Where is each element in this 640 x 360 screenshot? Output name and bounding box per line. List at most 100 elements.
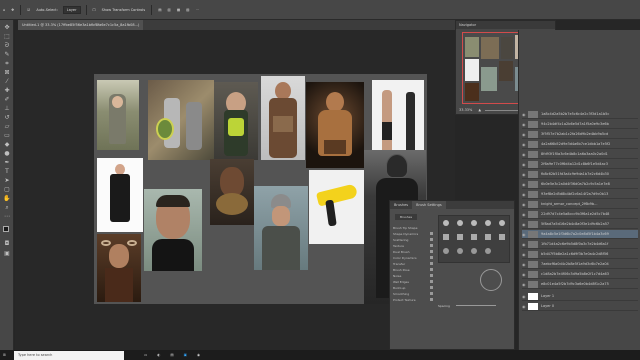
layer-row[interactable]: ◉ Layer 1 bbox=[522, 292, 638, 301]
layer-row[interactable]: ◉ 5f8ad7a5d16e2b4c8a0f3e1d9c6b2a57 bbox=[522, 220, 638, 229]
auto-select-checkbox[interactable]: ☑ bbox=[24, 5, 33, 15]
image-young-man-portrait[interactable] bbox=[144, 189, 202, 271]
eyedropper-icon[interactable]: ⁄ bbox=[3, 78, 11, 85]
taskbar-search[interactable]: Type here to search bbox=[13, 350, 124, 360]
edit-toolbar-icon[interactable]: ⋯ bbox=[3, 213, 11, 220]
task-view-icon[interactable]: ▭ bbox=[144, 353, 147, 357]
show-transform-checkbox[interactable]: ☐ bbox=[90, 5, 99, 15]
lock-icon[interactable] bbox=[430, 244, 433, 247]
frame-icon[interactable]: ⊠ bbox=[3, 69, 11, 76]
move-icon[interactable]: ✥ bbox=[3, 24, 11, 31]
lock-icon[interactable] bbox=[430, 274, 433, 277]
move-tool-icon[interactable]: ✥ bbox=[8, 5, 17, 15]
lock-icon[interactable] bbox=[430, 250, 433, 253]
type-icon[interactable]: T bbox=[3, 168, 11, 175]
layer-row[interactable]: ◉ 1fb71d4a2c6e9b5d8f0a3c7e2b4d6a1f bbox=[522, 240, 638, 249]
option-transfer[interactable]: Transfer bbox=[393, 261, 433, 266]
stamp-icon[interactable]: ⊥ bbox=[3, 105, 11, 112]
layer-row[interactable]: ◉ 8fd93f1f0a3c6e4b8c1a6a3aa0c2a0d1 bbox=[522, 150, 638, 159]
align-right-icon[interactable]: ▦ bbox=[174, 5, 183, 15]
option-texture[interactable]: Texture bbox=[393, 243, 433, 248]
gradient-icon[interactable]: ▭ bbox=[3, 132, 11, 139]
option-build-up[interactable]: Build-up bbox=[393, 285, 433, 290]
crop-icon[interactable]: ⌗ bbox=[3, 60, 11, 67]
hand-icon[interactable]: ✋ bbox=[3, 195, 11, 202]
image-horned-mask-figure[interactable] bbox=[97, 234, 141, 302]
shape-icon[interactable]: ▢ bbox=[3, 186, 11, 193]
layer-row[interactable]: ◉ c1d8a2b7e4f06c3d9a5b8e2f1c7d4a63 bbox=[522, 270, 638, 279]
distribute-icon[interactable]: ▧ bbox=[183, 5, 192, 15]
image-tribal-face-portrait[interactable] bbox=[210, 159, 254, 225]
image-barbarian-warrior[interactable] bbox=[261, 76, 305, 160]
lock-icon[interactable] bbox=[430, 232, 433, 235]
lock-icon[interactable] bbox=[430, 292, 433, 295]
layer-row[interactable]: ◉ 1a8c4d2a5b2b7e5c6c4e2c3f3d1a1b5c bbox=[522, 110, 638, 119]
screen-mode-icon[interactable]: ▣ bbox=[3, 250, 11, 257]
layer-row[interactable]: ◉ 6b0e5e3c2a0d4f36d0a7b2c9c5a1e7e8 bbox=[522, 180, 638, 189]
align-center-icon[interactable]: ▥ bbox=[165, 5, 174, 15]
lock-icon[interactable] bbox=[430, 298, 433, 301]
align-left-icon[interactable]: ▤ bbox=[155, 5, 164, 15]
image-warrior-with-braids[interactable] bbox=[214, 82, 258, 160]
path-select-icon[interactable]: ➤ bbox=[3, 177, 11, 184]
image-woman-in-black-coat[interactable] bbox=[97, 158, 143, 232]
photoshop-icon[interactable]: ▣ bbox=[184, 353, 187, 357]
lasso-icon[interactable]: ᘐ bbox=[3, 42, 11, 49]
brush-angle-roundness-dial[interactable] bbox=[480, 269, 502, 291]
brushes-button[interactable]: Brushes bbox=[395, 214, 417, 220]
tab-brush-settings[interactable]: Brush Settings bbox=[412, 201, 446, 209]
dodge-icon[interactable]: ● bbox=[3, 150, 11, 157]
brush-tip-grid[interactable] bbox=[438, 215, 510, 263]
home-icon[interactable]: ⌂ bbox=[0, 5, 8, 15]
blur-icon[interactable]: ◆ bbox=[3, 141, 11, 148]
eraser-icon[interactable]: ▱ bbox=[3, 123, 11, 130]
image-armored-knights-with-shields[interactable] bbox=[148, 80, 214, 160]
lock-icon[interactable] bbox=[430, 286, 433, 289]
image-muscular-tribal-warrior[interactable] bbox=[306, 82, 364, 168]
healing-icon[interactable]: ✚ bbox=[3, 87, 11, 94]
layer-row-selected[interactable]: ◉ 9a4a8c5e1f3d6b7a2c0e8d5f1b4a3c69 bbox=[522, 230, 638, 239]
image-knight-in-armor[interactable] bbox=[97, 80, 139, 150]
option-wet-edges[interactable]: Wet Edges bbox=[393, 279, 433, 284]
option-color-dynamics[interactable]: Color Dynamics bbox=[393, 255, 433, 260]
marquee-icon[interactable]: ⬚ bbox=[3, 33, 11, 40]
image-yellow-hair-dryer[interactable] bbox=[309, 170, 365, 244]
windows-start-icon[interactable]: ⊞ bbox=[3, 353, 6, 357]
explorer-icon[interactable]: ▤ bbox=[170, 353, 173, 357]
layer-row[interactable]: ◉ fb8c62b51fd3a4c9e9da1b7e2c6d4b30 bbox=[522, 170, 638, 179]
layer-row[interactable]: ◉ 2f6a9e77c0f6d4a12d1c8b6f1e5d4ac3 bbox=[522, 160, 638, 169]
layer-row[interactable]: ◉ 93ef8e2d5d8b4bf2c6a14f2a7d9c0b13 bbox=[522, 190, 638, 199]
lock-icon[interactable] bbox=[430, 262, 433, 265]
zoom-out-icon[interactable]: ▲ bbox=[478, 108, 481, 112]
image-man-with-helmet[interactable] bbox=[254, 186, 308, 270]
layer-row[interactable]: ◉ 3f5f57e7b2ab1c2fa26d9b2e4bb9a5cd bbox=[522, 130, 638, 139]
navigator-zoom-value[interactable]: 33.33% bbox=[459, 108, 472, 112]
layer-row[interactable]: ◉ knight_armor_concept_2f6b9b... bbox=[522, 200, 638, 209]
option-scattering[interactable]: Scattering bbox=[393, 237, 433, 242]
zoom-icon[interactable]: ⌕ bbox=[3, 204, 11, 211]
layer-row[interactable]: ◉ b5d47f5b8e2a1c6d9f3b7e0a4c2d8f56 bbox=[522, 250, 638, 259]
layer-row[interactable]: ◉ 94c2b4df4c1a2b6e5d7a1f5a0e9c3e6b bbox=[522, 120, 638, 129]
document-canvas[interactable] bbox=[94, 74, 427, 304]
foreground-color-swatch[interactable] bbox=[3, 226, 9, 232]
edge-icon[interactable]: ◐ bbox=[157, 353, 160, 357]
lock-icon[interactable] bbox=[430, 280, 433, 283]
spacing-slider[interactable] bbox=[455, 305, 496, 306]
layer-row[interactable]: ◉ 7aebcf6a0d4c2b8e5f1a9d3c6b7e2a04 bbox=[522, 260, 638, 269]
option-dual-brush[interactable]: Dual Brush bbox=[393, 249, 433, 254]
more-options-icon[interactable]: ⋯ bbox=[192, 5, 202, 15]
option-smoothing[interactable]: Smoothing bbox=[393, 291, 433, 296]
option-shape-dynamics[interactable]: Shape Dynamics bbox=[393, 231, 433, 236]
option-noise[interactable]: Noise bbox=[393, 273, 433, 278]
quick-select-icon[interactable]: ✎ bbox=[3, 51, 11, 58]
layer-row[interactable]: ◉ Layer 0 bbox=[522, 302, 638, 311]
history-brush-icon[interactable]: ↺ bbox=[3, 114, 11, 121]
lock-icon[interactable] bbox=[430, 256, 433, 259]
auto-select-dropdown[interactable]: Layer bbox=[62, 5, 81, 14]
option-brush-tip-shape[interactable]: Brush Tip Shape bbox=[393, 225, 433, 230]
brush-icon[interactable]: ✐ bbox=[3, 96, 11, 103]
layer-row[interactable]: ◉ 4a2a66b52d9e3d4a6b7ce1dbb1a7e5f2 bbox=[522, 140, 638, 149]
layer-row[interactable]: ◉ 22d97d7c4e5a8ccc9b3f6a1e2d5c7b48 bbox=[522, 210, 638, 219]
document-tab[interactable]: Untitled-1 @ 33.3% (17ffbe85f56e3a1bfbf8… bbox=[18, 20, 144, 30]
pen-icon[interactable]: ✒ bbox=[3, 159, 11, 166]
